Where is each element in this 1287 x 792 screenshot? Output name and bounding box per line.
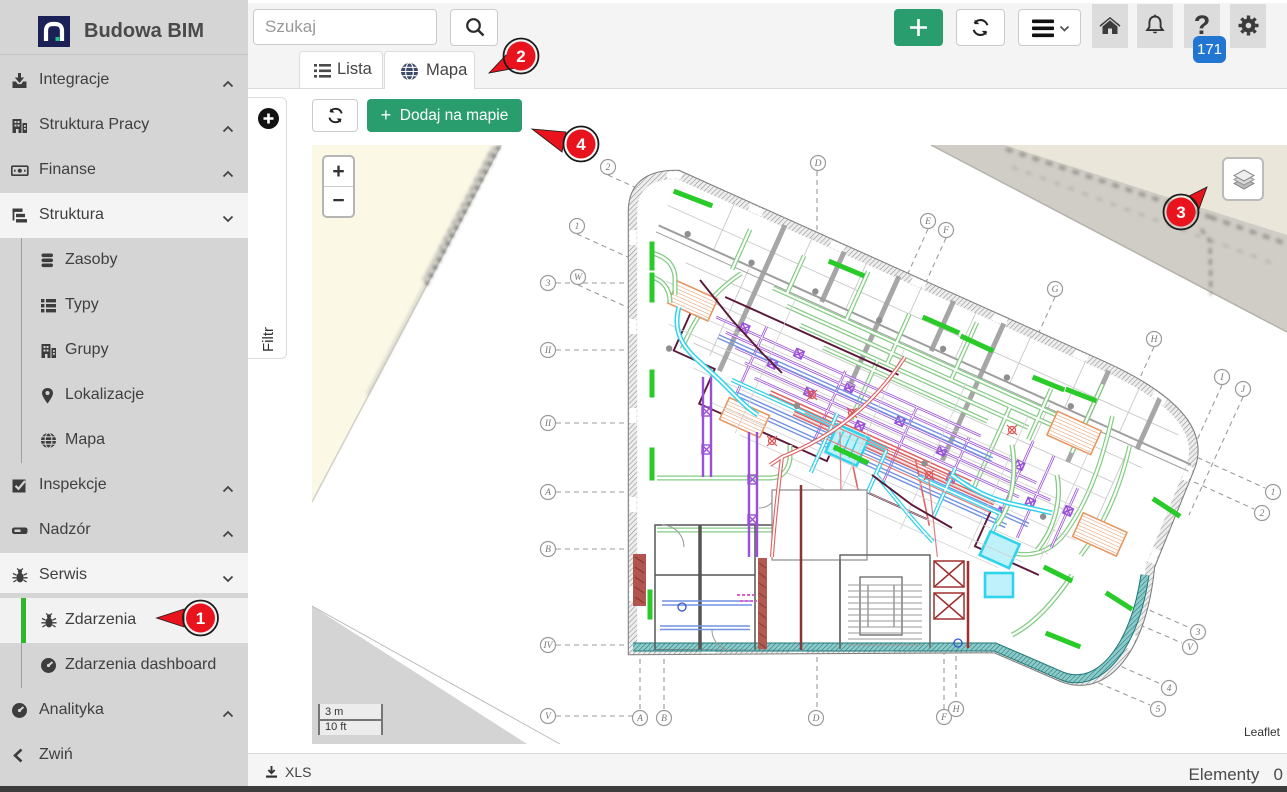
svg-text:B: B xyxy=(545,545,551,555)
svg-text:F: F xyxy=(940,713,947,723)
svg-text:IV: IV xyxy=(543,641,554,651)
svg-text:H: H xyxy=(952,705,961,715)
svg-text:1: 1 xyxy=(575,222,580,232)
svg-text:G: G xyxy=(1052,285,1059,295)
svg-text:3: 3 xyxy=(545,279,551,289)
svg-text:F: F xyxy=(942,226,949,236)
svg-text:H: H xyxy=(1150,335,1159,345)
svg-text:1: 1 xyxy=(1271,488,1276,498)
svg-text:A: A xyxy=(544,488,551,498)
svg-text:II: II xyxy=(544,419,552,429)
svg-text:2: 2 xyxy=(1260,509,1265,519)
svg-text:2: 2 xyxy=(606,163,611,173)
svg-text:B: B xyxy=(661,714,667,724)
svg-text:4: 4 xyxy=(1167,684,1172,694)
svg-text:II: II xyxy=(544,346,552,356)
svg-text:3: 3 xyxy=(1195,628,1201,638)
svg-text:W: W xyxy=(574,273,583,283)
svg-text:E: E xyxy=(924,217,931,227)
svg-text:D: D xyxy=(812,714,820,724)
svg-text:D: D xyxy=(814,159,822,169)
svg-text:5: 5 xyxy=(1156,705,1161,715)
svg-text:A: A xyxy=(636,714,643,724)
